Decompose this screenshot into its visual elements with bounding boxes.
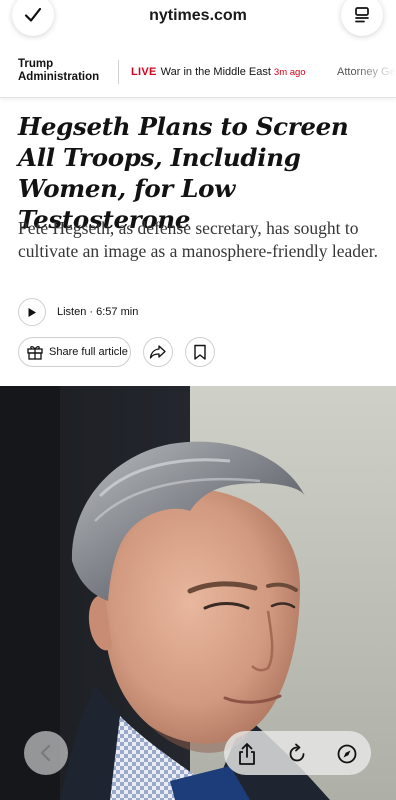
section-label[interactable]: Trump Administration (18, 58, 99, 84)
share-label: Share full article (49, 346, 128, 358)
share-full-article-button[interactable]: Share full article (18, 337, 131, 367)
back-button[interactable] (24, 731, 68, 775)
nav-fade (356, 50, 396, 97)
gift-icon (27, 346, 43, 360)
forward-arrow-icon (149, 345, 166, 359)
share-icon (239, 743, 255, 765)
live-link[interactable]: LIVE War in the Middle East 3m ago (131, 66, 306, 78)
page-menu-button[interactable] (341, 0, 383, 36)
live-tag: LIVE (131, 66, 157, 78)
reload-icon (289, 743, 305, 762)
nav-divider (118, 60, 119, 84)
section-nav: Trump Administration LIVE War in the Midd… (0, 50, 396, 98)
listen-play-button[interactable] (18, 298, 46, 326)
browser-top-bar: nytimes.com (0, 0, 396, 40)
listen-label[interactable]: Listen · 6:57 min (57, 306, 138, 318)
url-label[interactable]: nytimes.com (0, 7, 396, 25)
article-summary: Pete Hegseth, as defense secretary, has … (18, 218, 379, 261)
bookmark-icon (194, 344, 206, 360)
live-headline: War in the Middle East (160, 66, 271, 78)
reload-button[interactable] (284, 741, 310, 767)
save-bookmark-button[interactable] (185, 337, 215, 367)
share-forward-button[interactable] (143, 337, 173, 367)
browser-toolbar (224, 731, 371, 775)
page-menu-icon (355, 7, 369, 23)
compass-button[interactable] (334, 741, 360, 767)
compass-icon (337, 744, 357, 764)
live-timestamp: 3m ago (273, 67, 306, 78)
chevron-left-icon (40, 744, 51, 762)
play-icon (28, 307, 36, 317)
share-button[interactable] (234, 741, 260, 767)
